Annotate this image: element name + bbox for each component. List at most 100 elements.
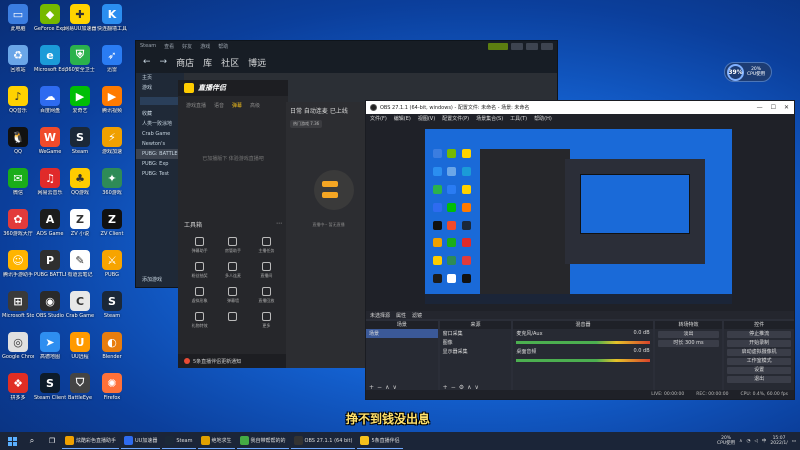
desktop-icon[interactable]: ▶ 爱奇艺 <box>64 86 96 114</box>
obs-titlebar[interactable]: OBS 27.1.1 (64-bit, windows) - 配置文件: 未命名… <box>366 101 794 114</box>
helper-tool-item[interactable]: 礼物特效 <box>184 312 215 329</box>
more-icon[interactable]: ⋯ <box>276 220 282 229</box>
desktop-icon[interactable]: A ADS Game <box>34 209 66 237</box>
obs-menu-edit[interactable]: 编辑(E) <box>394 115 411 122</box>
start-recording-button[interactable]: 开始录制 <box>727 340 791 347</box>
desktop-icon[interactable]: ✺ Firefox <box>96 373 128 401</box>
taskbar-app-button[interactable]: 炫酷彩色直播助手 <box>62 433 120 449</box>
desktop-icon[interactable]: W WeGame <box>34 127 66 155</box>
taskbar-app-button[interactable]: Steam <box>162 433 196 449</box>
desktop-icon[interactable]: ✦ 360游戏 <box>96 168 128 196</box>
obs-scene-item[interactable]: 场景 <box>366 329 438 338</box>
desktop-icon[interactable]: ◆ GeForce Experience <box>34 4 66 32</box>
windows-start-button[interactable] <box>4 433 20 449</box>
obs-source-item[interactable]: 窗口采集 <box>440 329 512 338</box>
desktop-icon[interactable]: S Steam <box>96 291 128 319</box>
desktop-icon[interactable]: Z ZV 小说 <box>64 209 96 237</box>
stop-streaming-button[interactable]: 停止推流 <box>727 331 791 338</box>
studio-mode-button[interactable]: 工作室模式 <box>727 358 791 365</box>
start-live-button-group[interactable] <box>314 170 354 210</box>
obs-source-item[interactable]: 显示器采集 <box>440 347 512 356</box>
obs-properties-button[interactable]: 属性 <box>396 312 406 319</box>
steam-wallet-button[interactable] <box>488 42 508 50</box>
desktop-icon[interactable]: ♪ QQ音乐 <box>2 86 34 114</box>
desktop-icon[interactable]: ➤ 高德地图 <box>34 332 66 360</box>
steam-menu-games[interactable]: 游戏 <box>200 43 210 50</box>
desktop-icon[interactable]: ✉ 微信 <box>2 168 34 196</box>
desktop-icon[interactable]: ▭ 此电脑 <box>2 4 34 32</box>
task-view-icon[interactable]: ❐ <box>44 433 60 449</box>
start-record-button[interactable] <box>322 192 338 198</box>
taskbar-app-button[interactable]: 我自带帮帮的的 <box>236 433 289 449</box>
transition-select[interactable]: 淡出 <box>657 331 720 338</box>
helper-tab-danmaku[interactable]: 弹幕 <box>232 102 242 109</box>
exit-button[interactable]: 退出 <box>727 376 791 383</box>
steam-menu-view[interactable]: 查看 <box>164 43 174 50</box>
steam-game-item[interactable]: Crab Game <box>136 129 184 139</box>
desktop-icon[interactable]: Z ZV Client <box>96 209 128 237</box>
desktop-icon[interactable]: ⚡ 游戏加速 <box>96 127 128 155</box>
taskbar-search-icon[interactable]: ⌕ <box>24 433 40 449</box>
desktop-icon[interactable]: ⛨ 360安全卫士 <box>64 45 96 73</box>
obs-menu-help[interactable]: 帮助(H) <box>534 115 552 122</box>
back-arrow-icon[interactable]: ← <box>143 57 151 67</box>
desktop-icon[interactable]: 🐧 QQ <box>2 127 34 155</box>
obs-filters-button[interactable]: 滤镜 <box>412 312 422 319</box>
helper-tool-item[interactable]: 多人连麦 <box>217 262 248 279</box>
desktop-icon[interactable]: ◎ Google Chrome <box>2 332 34 360</box>
desktop-icon[interactable]: ✚ 网易UU加速器 <box>64 4 96 32</box>
steam-menu-friends[interactable]: 好友 <box>182 43 192 50</box>
obs-menu-scene-collection[interactable]: 场景集合(S) <box>476 115 503 122</box>
taskbar-clock[interactable]: 15:07 2022/1/ <box>770 436 787 446</box>
obs-menu-profile[interactable]: 配置文件(P) <box>442 115 469 122</box>
minimize-icon[interactable]: — <box>757 104 763 111</box>
helper-tool-item[interactable]: 虚拟形象 <box>184 287 215 304</box>
steam-add-game-button[interactable]: 添加游戏 <box>136 275 162 285</box>
steam-game-item[interactable]: PUBG: Test <box>136 169 184 179</box>
helper-tab-advanced[interactable]: 高级 <box>250 102 260 109</box>
desktop-icon[interactable]: ✿ 360游戏大厅 <box>2 209 34 237</box>
desktop-icon[interactable]: C Crab Game <box>64 291 96 319</box>
notification-icon[interactable]: ▭ <box>792 439 796 444</box>
taskbar-app-button[interactable]: UU加速器 <box>121 433 161 449</box>
steam-game-item[interactable]: PUBG: Exp <box>136 159 184 169</box>
steam-game-item[interactable]: 人类一败涂地 <box>136 119 184 129</box>
volume-icon[interactable]: ◁ <box>754 439 757 444</box>
steam-maximize-button[interactable] <box>526 42 538 50</box>
helper-tool-item[interactable]: 弹幕墙 <box>217 287 248 304</box>
obs-preview-canvas[interactable] <box>425 129 732 304</box>
steam-minimize-button[interactable] <box>511 42 523 50</box>
desktop-icon[interactable]: ☁ 百度网盘 <box>34 86 66 114</box>
start-live-button[interactable] <box>322 181 338 187</box>
desktop-icon[interactable]: ✎ 有道云笔记 <box>64 250 96 278</box>
steam-sidebar-games[interactable]: 游戏 <box>136 83 184 93</box>
helper-tool-item[interactable]: 直播间 <box>251 262 282 279</box>
steam-sidebar-home[interactable]: 主页 <box>136 73 184 83</box>
steam-library-search[interactable] <box>140 97 180 105</box>
steam-nav-store[interactable]: 商店 <box>176 56 194 69</box>
steam-titlebar[interactable]: Steam 查看 好友 游戏 帮助 <box>136 41 557 51</box>
desktop-icon[interactable]: e Microsoft Edge <box>34 45 66 73</box>
helper-tab-voice[interactable]: 语音 <box>214 102 224 109</box>
desktop-icon[interactable]: U UU远程 <box>64 332 96 360</box>
steam-game-item[interactable]: PUBG: BATTLEGROUNDS <box>136 149 184 159</box>
desktop-icon[interactable]: ☺ 腾讯手游助手 <box>2 250 34 278</box>
desktop-icon[interactable]: P PUBG BATTLEGROUNDS <box>34 250 66 278</box>
steam-sidebar-favorites[interactable]: 收藏 <box>136 109 184 119</box>
desktop-icon[interactable]: ♣ QQ游戏 <box>64 168 96 196</box>
taskbar-app-button[interactable]: OBS 27.1.1 (64 bit) <box>290 433 356 449</box>
helper-tab-game[interactable]: 游戏直播 <box>186 102 206 109</box>
desktop-icon[interactable]: ⊞ Microsoft Store <box>2 291 34 319</box>
helper-footer[interactable]: 5条直播伴侣更新通知 <box>178 354 288 368</box>
obs-menu-file[interactable]: 文件(F) <box>370 115 387 122</box>
steam-nav-community[interactable]: 社区 <box>221 56 239 69</box>
desktop-icon[interactable]: ♫ 网易云音乐 <box>34 168 66 196</box>
start-virtual-camera-button[interactable]: 启动虚拟摄像机 <box>727 349 791 356</box>
steam-nav-profile[interactable]: 博远 <box>248 56 266 69</box>
desktop-icon[interactable]: ⛉ BattleEye <box>64 373 96 401</box>
helper-tool-item[interactable]: 直播回放 <box>251 287 282 304</box>
stream-panel[interactable]: 日常 自动连麦 已上线 热门游戏 7.36 直播中-- 暂无直播 <box>286 102 371 368</box>
live-helper-window[interactable]: 直播伴侣 游戏直播 语音 弹幕 高级 已加播版下 体验游戏直播吧 工具箱 ⋯ 弹… <box>178 80 288 368</box>
taskbar-app-button[interactable]: 5条直播伴侣 <box>357 433 403 449</box>
desktop-icon[interactable]: ❖ 拼多多 <box>2 373 34 401</box>
